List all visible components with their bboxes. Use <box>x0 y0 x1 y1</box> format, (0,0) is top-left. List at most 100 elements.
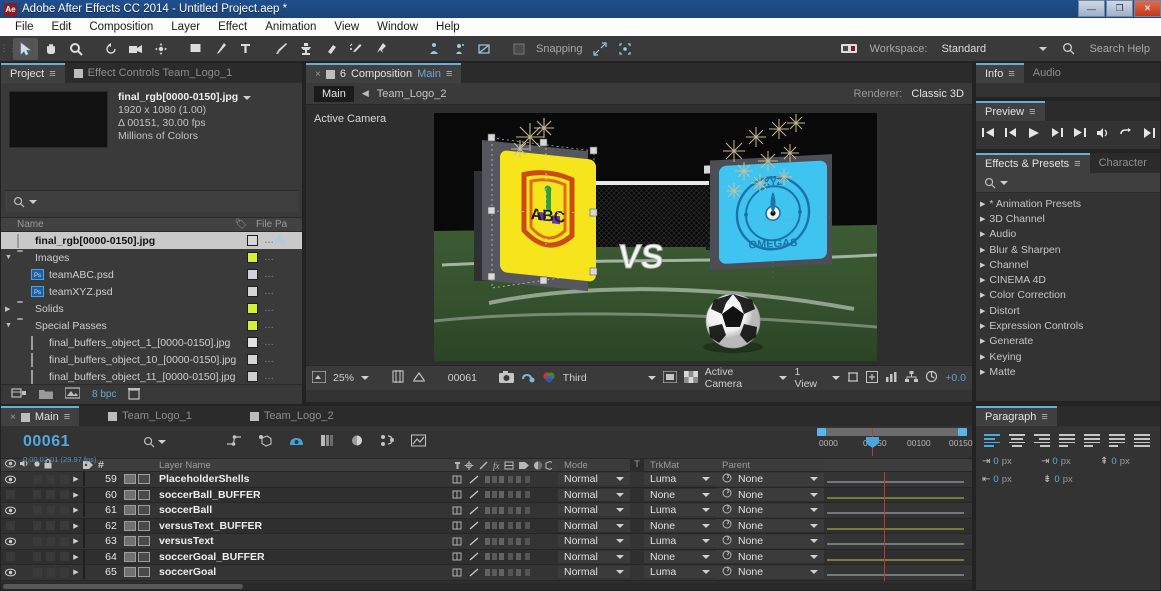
project-list-item[interactable]: final_rgb[0000-0150].jpg… <box>1 232 302 249</box>
work-area-start-handle[interactable] <box>817 428 826 436</box>
new-folder-icon[interactable] <box>39 388 53 402</box>
frame-blending-icon[interactable] <box>320 434 334 450</box>
grid-guides-icon[interactable] <box>391 370 405 386</box>
tab-composition[interactable]: × 6 Composition Main ≡ <box>306 63 462 83</box>
menu-layer[interactable]: Layer <box>162 18 209 36</box>
video-toggle-icon[interactable] <box>5 489 16 500</box>
parent-pickwhip-icon[interactable] <box>722 566 732 579</box>
layer-parent-dropdown[interactable]: None <box>716 472 824 486</box>
roto-brush-tool-icon[interactable] <box>343 38 368 60</box>
region-of-interest-toggle-icon[interactable] <box>662 369 678 386</box>
brush-tool-icon[interactable] <box>268 38 293 60</box>
timeline-layer-rows[interactable]: ▶ 59 PlaceholderShells Normal Luma None ▶ 60 soc… <box>1 472 972 581</box>
parent-pickwhip-icon[interactable] <box>722 519 732 532</box>
hand-tool-icon[interactable] <box>38 38 63 60</box>
layer-twirl-icon[interactable]: ▶ <box>69 522 83 530</box>
layer-parent-dropdown[interactable]: None <box>716 503 824 517</box>
audio-toggle[interactable] <box>32 490 42 500</box>
panel-menu-icon[interactable]: ≡ <box>1029 106 1035 118</box>
tab-character[interactable]: Character <box>1089 153 1156 173</box>
camera-tool-icon[interactable] <box>123 38 148 60</box>
audio-toggle[interactable] <box>33 536 42 546</box>
video-toggle-icon[interactable] <box>5 505 16 516</box>
parent-column-header[interactable]: Parent <box>716 459 824 471</box>
parent-pickwhip-icon[interactable] <box>722 535 732 548</box>
label-color-swatch[interactable] <box>247 320 258 331</box>
layer-duration-bar[interactable] <box>827 558 964 561</box>
lock-toggle[interactable] <box>60 552 69 562</box>
project-list-item[interactable]: ▶ Solids… <box>1 300 302 317</box>
audio-toggle[interactable] <box>32 552 42 562</box>
panel-menu-icon[interactable]: ≡ <box>49 68 55 80</box>
workspace-icon[interactable] <box>837 38 862 60</box>
timeline-layer-row[interactable]: ▶ 60 soccerBall_BUFFER Normal None None <box>1 487 972 503</box>
menu-composition[interactable]: Composition <box>80 18 162 36</box>
twirl-right-icon[interactable]: ▶ <box>980 368 985 376</box>
layer-twirl-icon[interactable]: ▶ <box>69 506 83 514</box>
timeline-switch-icon[interactable] <box>885 371 898 386</box>
parent-pickwhip-icon[interactable] <box>722 550 732 563</box>
twirl-right-icon[interactable]: ▶ <box>980 353 985 361</box>
space-after-field[interactable]: ⇟ 0 px <box>1043 474 1099 485</box>
zoom-level-value[interactable]: 25% <box>333 372 354 384</box>
layer-trkmat-dropdown[interactable]: Luma <box>644 566 716 579</box>
effects-category-item[interactable]: ▶ Audio <box>980 227 1160 242</box>
lock-toggle[interactable] <box>60 536 70 546</box>
twirl-right-icon[interactable]: ▶ <box>980 276 985 284</box>
twirl-right-icon[interactable]: ▶ <box>980 322 985 330</box>
bit-depth-label[interactable]: 8 bpc <box>92 389 116 400</box>
type-tool-icon[interactable] <box>233 38 258 60</box>
search-icon[interactable] <box>1056 38 1081 60</box>
layer-mode-dropdown[interactable]: Normal <box>558 550 630 563</box>
panel-menu-icon[interactable]: ≡ <box>1008 68 1014 80</box>
lock-toggle[interactable] <box>60 567 70 577</box>
effects-category-item[interactable]: ▶ Keying <box>980 349 1160 364</box>
justify-last-left-button[interactable] <box>1057 432 1077 449</box>
layer-duration-bar[interactable] <box>827 496 964 499</box>
video-toggle-icon[interactable] <box>5 474 16 485</box>
label-color-swatch[interactable] <box>247 269 258 280</box>
layer-twirl-icon[interactable]: ▶ <box>69 537 83 545</box>
pixel-aspect-icon[interactable] <box>847 371 859 386</box>
layer-twirl-icon[interactable]: ▶ <box>69 553 83 561</box>
twirl-icon[interactable]: ▼ <box>5 254 17 261</box>
effects-search-input[interactable] <box>976 173 1160 193</box>
layer-switch-group[interactable] <box>1 551 69 562</box>
pan-behind-tool-icon[interactable] <box>148 38 173 60</box>
layer-mode-dropdown[interactable]: Normal <box>558 519 630 532</box>
twirl-right-icon[interactable]: ▶ <box>980 200 985 208</box>
layer-switches[interactable] <box>448 520 558 531</box>
layer-duration-bar[interactable] <box>827 481 964 484</box>
layer-label-color[interactable] <box>83 503 98 518</box>
layer-trkmat-dropdown[interactable]: Luma <box>644 473 716 486</box>
layer-name[interactable]: soccerGoal <box>156 566 448 578</box>
layer-duration-bar[interactable] <box>827 543 964 546</box>
trkmat-column-header[interactable]: TrkMat <box>644 459 716 471</box>
layer-switches[interactable] <box>448 567 558 578</box>
timeline-horizontal-scrollbar[interactable] <box>1 583 972 590</box>
chevron-down-icon[interactable] <box>243 95 252 100</box>
comp-nav-team-logo-2[interactable]: Team_Logo_2 <box>377 88 447 100</box>
timeline-layer-row[interactable]: ▶ 59 PlaceholderShells Normal Luma None <box>1 472 972 488</box>
work-area-end-handle[interactable] <box>958 428 967 436</box>
effects-category-list[interactable]: ▶ * Animation Presets ▶ 3D Channel ▶ Audio ▶ Bl… <box>976 193 1160 380</box>
shape-tool-icon[interactable] <box>183 38 208 60</box>
tab-project[interactable]: Project ≡ <box>1 63 65 83</box>
layer-switches[interactable] <box>448 551 558 562</box>
solo-toggle[interactable] <box>46 521 56 531</box>
layer-twirl-icon[interactable]: ▶ <box>69 475 83 483</box>
tab-timeline-team-logo-2[interactable]: Team_Logo_2 <box>240 406 343 426</box>
project-item-list[interactable]: final_rgb[0000-0150].jpg … ▼ Images … Ps teamA… <box>1 232 302 384</box>
layer-label-color[interactable] <box>83 534 98 549</box>
rotation-tool-icon[interactable] <box>98 38 123 60</box>
comp-nav-main[interactable]: Main <box>314 85 354 102</box>
tab-effects-presets[interactable]: Effects & Presets ≡ <box>976 153 1090 173</box>
delete-icon[interactable] <box>128 387 141 403</box>
twirl-right-icon[interactable]: ▶ <box>980 307 985 315</box>
align-left-button[interactable] <box>982 432 1002 449</box>
search-help-label[interactable]: Search Help <box>1084 43 1155 55</box>
layer-parent-dropdown[interactable]: None <box>716 565 824 579</box>
twirl-right-icon[interactable]: ▶ <box>980 230 985 238</box>
current-time-display[interactable]: 00061 <box>1 433 121 451</box>
layer-mode-dropdown[interactable]: Normal <box>558 535 630 548</box>
